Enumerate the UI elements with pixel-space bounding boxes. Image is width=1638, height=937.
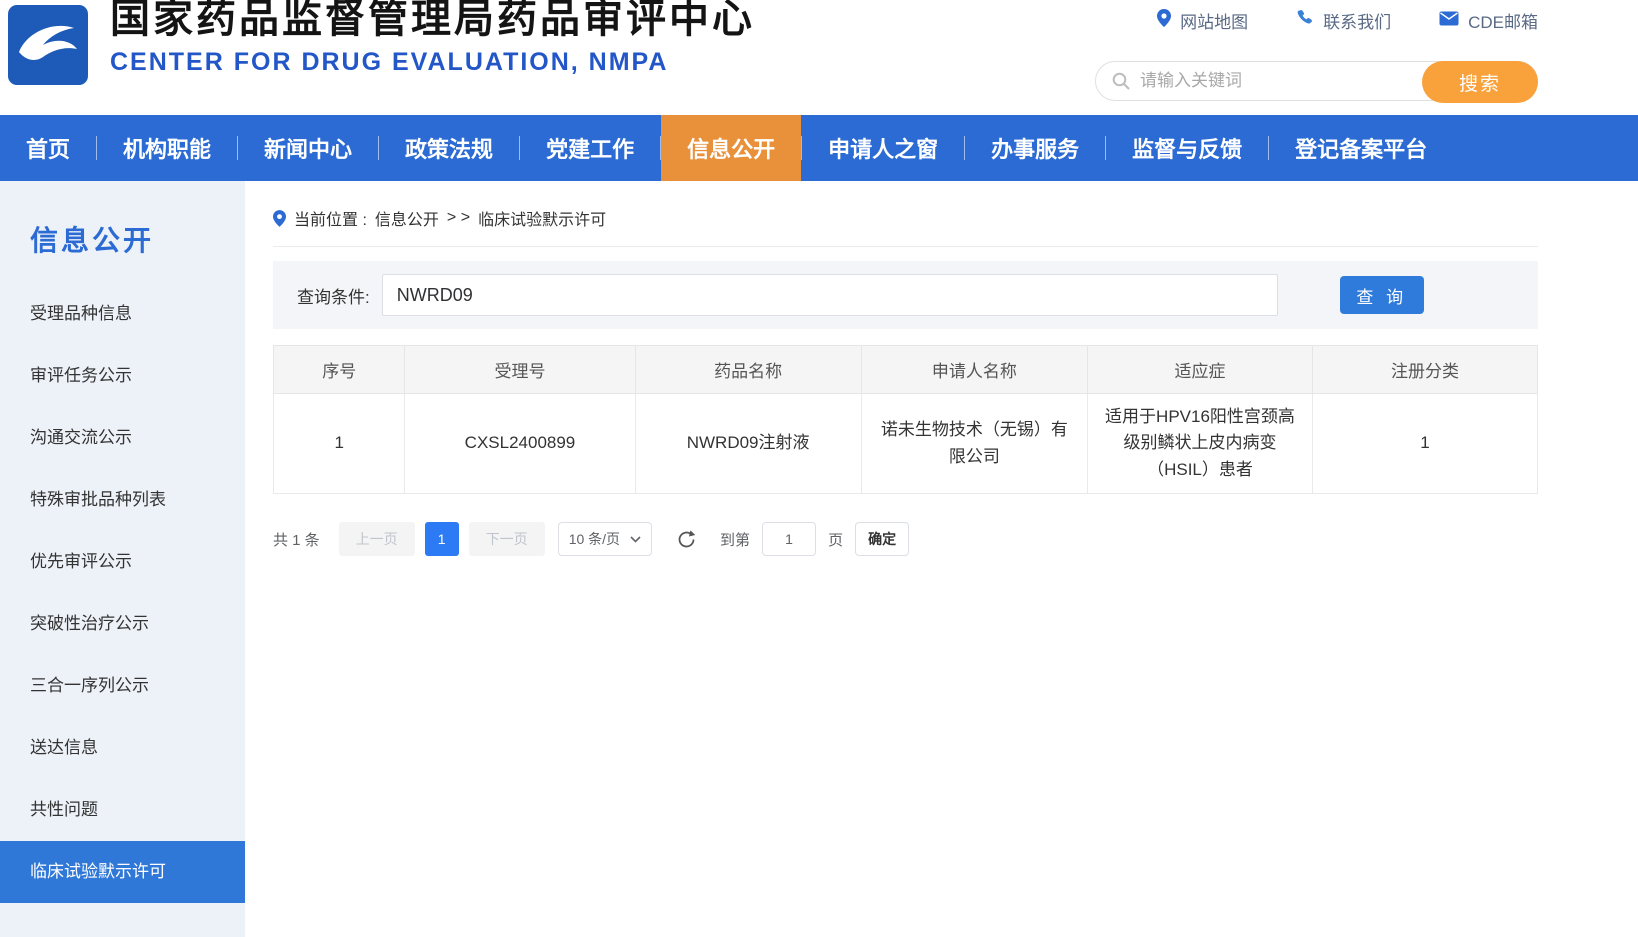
phone-icon bbox=[1296, 9, 1314, 32]
nav-item-services[interactable]: 办事服务 bbox=[965, 115, 1105, 181]
sidebar-item-common-issues[interactable]: 共性问题 bbox=[0, 779, 245, 841]
query-panel: 查询条件: 查 询 bbox=[273, 261, 1538, 329]
breadcrumb: 当前位置 : 信息公开 > > 临床试验默示许可 bbox=[273, 181, 1538, 247]
site-header: 国家药品监督管理局药品审评中心 CENTER FOR DRUG EVALUATI… bbox=[0, 0, 1638, 115]
chevron-down-icon bbox=[630, 535, 641, 543]
nav-item-registration-platform[interactable]: 登记备案平台 bbox=[1269, 115, 1453, 181]
cell-acceptance-no: CXSL2400899 bbox=[404, 393, 636, 494]
sitemap-link[interactable]: 网站地图 bbox=[1157, 8, 1248, 33]
next-page-button[interactable]: 下一页 bbox=[468, 522, 545, 556]
cde-logo bbox=[8, 5, 88, 85]
nav-item-home[interactable]: 首页 bbox=[0, 115, 96, 181]
goto-page-input[interactable] bbox=[762, 522, 817, 556]
sidebar-item-accepted-varieties[interactable]: 受理品种信息 bbox=[0, 283, 245, 345]
page-size-select[interactable]: 10 条/页 bbox=[557, 522, 653, 556]
cell-drug-name: NWRD09注射液 bbox=[634, 393, 862, 494]
page-number-1[interactable]: 1 bbox=[424, 522, 459, 556]
query-input[interactable] bbox=[381, 274, 1278, 316]
sidebar-item-clinical-trial-implied-license[interactable]: 临床试验默示许可 bbox=[0, 841, 245, 903]
sidebar-item-review-tasks[interactable]: 审评任务公示 bbox=[0, 345, 245, 407]
main-nav: 首页 机构职能 新闻中心 政策法规 党建工作 信息公开 申请人之窗 办事服务 监… bbox=[0, 115, 1638, 181]
search-icon bbox=[1112, 72, 1130, 90]
search-button[interactable]: 搜索 bbox=[1422, 61, 1538, 103]
nav-item-party[interactable]: 党建工作 bbox=[520, 115, 660, 181]
goto-page-label: 到第 bbox=[720, 531, 751, 549]
sidebar: 信息公开 受理品种信息 审评任务公示 沟通交流公示 特殊审批品种列表 优先审评公… bbox=[0, 181, 245, 937]
table-header-row: 序号 受理号 药品名称 申请人名称 适应症 注册分类 bbox=[272, 345, 1539, 394]
nav-item-applicant-window[interactable]: 申请人之窗 bbox=[802, 115, 964, 181]
breadcrumb-current: 临床试验默示许可 bbox=[478, 212, 607, 229]
col-header-index: 序号 bbox=[272, 345, 406, 394]
sidebar-item-delivery-info[interactable]: 送达信息 bbox=[0, 717, 245, 779]
content-area: 信息公开 受理品种信息 审评任务公示 沟通交流公示 特殊审批品种列表 优先审评公… bbox=[0, 181, 1638, 937]
col-header-drug-name: 药品名称 bbox=[634, 345, 862, 394]
site-subtitle: CENTER FOR DRUG EVALUATION, NMPA bbox=[110, 48, 669, 76]
cde-mail-link[interactable]: CDE邮箱 bbox=[1439, 8, 1538, 33]
cell-indication: 适用于HPV16阳性宫颈高级别鳞状上皮内病变（HSIL）患者 bbox=[1087, 393, 1313, 494]
main-panel: 当前位置 : 信息公开 > > 临床试验默示许可 查询条件: 查 询 序号 受理… bbox=[245, 181, 1638, 937]
breadcrumb-separator: > > bbox=[446, 209, 471, 226]
col-header-registration-class: 注册分类 bbox=[1311, 345, 1539, 394]
sidebar-item-communication[interactable]: 沟通交流公示 bbox=[0, 407, 245, 469]
cell-applicant: 诺未生物技术（无锡）有限公司 bbox=[860, 393, 1089, 494]
prev-page-button[interactable]: 上一页 bbox=[338, 522, 415, 556]
query-label: 查询条件: bbox=[297, 287, 370, 307]
breadcrumb-pin-icon bbox=[273, 209, 286, 227]
col-header-applicant: 申请人名称 bbox=[860, 345, 1089, 394]
nav-item-functions[interactable]: 机构职能 bbox=[97, 115, 237, 181]
results-table: 序号 受理号 药品名称 申请人名称 适应症 注册分类 1 CXSL2400899… bbox=[272, 345, 1539, 494]
col-header-acceptance-no: 受理号 bbox=[404, 345, 636, 394]
site-title: 国家药品监督管理局药品审评中心 bbox=[110, 0, 755, 41]
contact-link[interactable]: 联系我们 bbox=[1296, 8, 1391, 33]
mail-icon bbox=[1439, 11, 1459, 31]
sidebar-item-priority-review[interactable]: 优先审评公示 bbox=[0, 531, 245, 593]
brand-block: 国家药品监督管理局药品审评中心 CENTER FOR DRUG EVALUATI… bbox=[110, 0, 755, 77]
nav-item-policies[interactable]: 政策法规 bbox=[379, 115, 519, 181]
goto-confirm-button[interactable]: 确定 bbox=[855, 522, 910, 556]
location-pin-icon bbox=[1157, 9, 1172, 32]
refresh-icon[interactable] bbox=[676, 528, 698, 550]
sidebar-item-breakthrough-therapy[interactable]: 突破性治疗公示 bbox=[0, 593, 245, 655]
cell-index: 1 bbox=[272, 393, 406, 494]
nav-item-supervision[interactable]: 监督与反馈 bbox=[1106, 115, 1268, 181]
cell-registration-class: 1 bbox=[1311, 393, 1539, 494]
query-button[interactable]: 查 询 bbox=[1339, 276, 1424, 314]
col-header-indication: 适应症 bbox=[1087, 345, 1313, 394]
sidebar-item-special-approval[interactable]: 特殊审批品种列表 bbox=[0, 469, 245, 531]
nav-item-info-disclosure[interactable]: 信息公开 bbox=[661, 115, 802, 181]
site-search-bar: 搜索 bbox=[1095, 61, 1538, 103]
sidebar-title: 信息公开 bbox=[30, 225, 155, 256]
pagination-total: 共 1 条 bbox=[273, 531, 320, 549]
breadcrumb-prefix: 当前位置 : bbox=[294, 212, 367, 229]
breadcrumb-section-link[interactable]: 信息公开 bbox=[375, 206, 439, 230]
page-word: 页 bbox=[828, 531, 844, 549]
sidebar-item-three-in-one[interactable]: 三合一序列公示 bbox=[0, 655, 245, 717]
table-row: 1 CXSL2400899 NWRD09注射液 诺未生物技术（无锡）有限公司 适… bbox=[272, 393, 1539, 494]
top-quick-links: 网站地图 联系我们 CDE邮箱 bbox=[1157, 8, 1538, 33]
pagination: 共 1 条 上一页 1 下一页 10 条/页 到第 页 确定 bbox=[273, 522, 1538, 556]
nav-item-news[interactable]: 新闻中心 bbox=[238, 115, 378, 181]
